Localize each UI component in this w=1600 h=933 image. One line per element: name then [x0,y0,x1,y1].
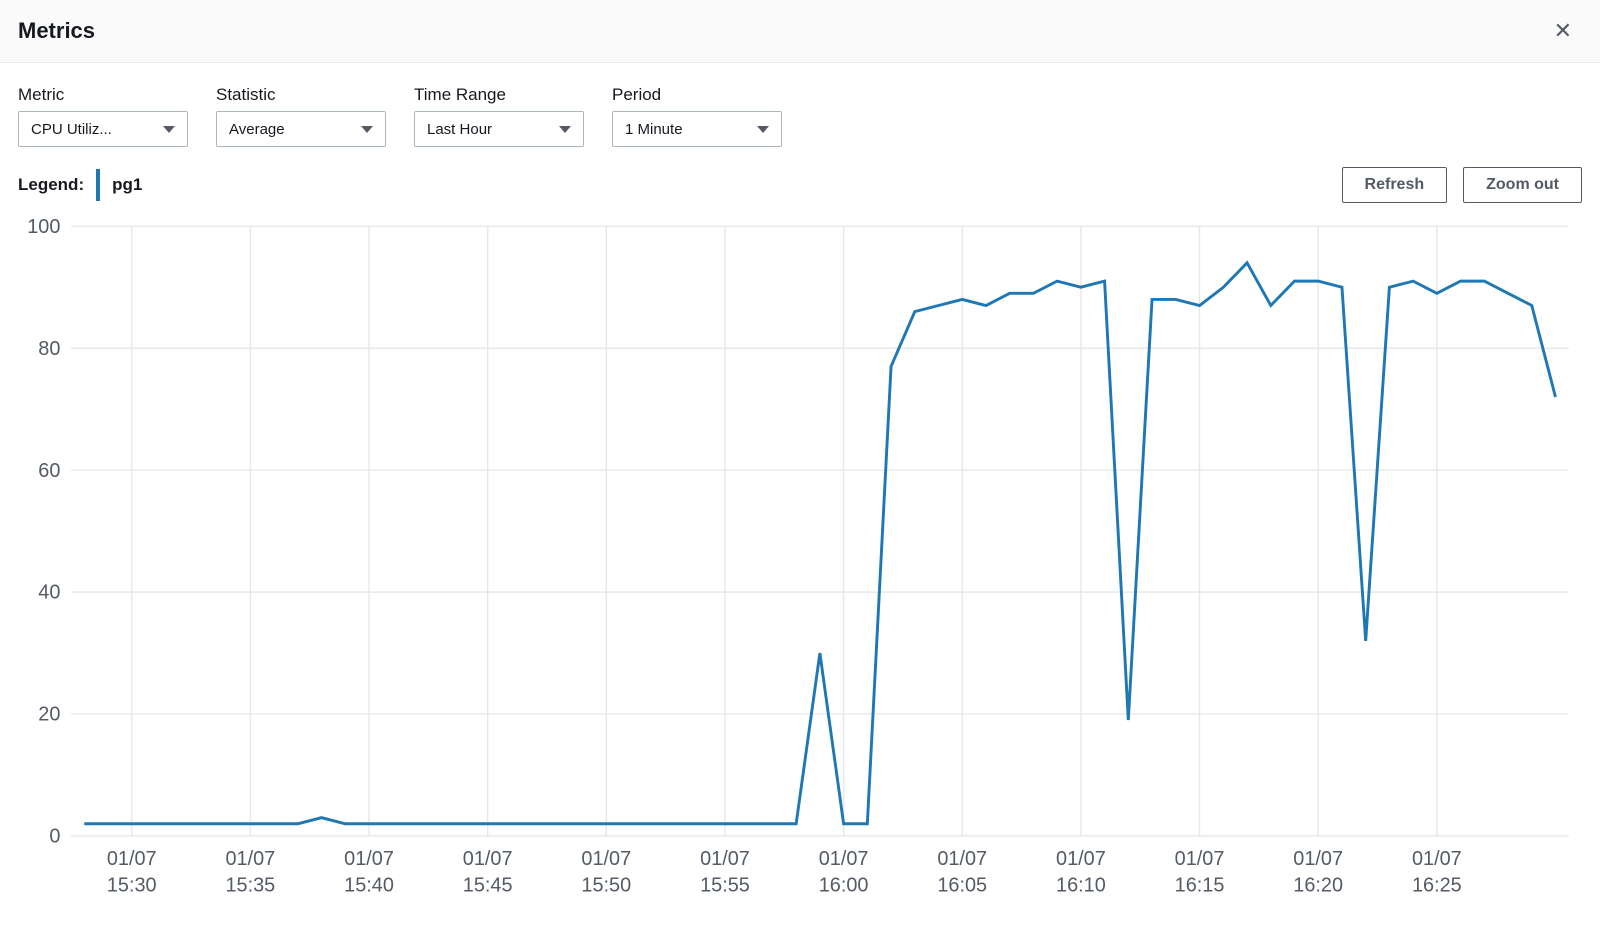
chevron-down-icon [361,126,373,133]
close-button[interactable]: ✕ [1544,14,1582,48]
svg-text:01/07: 01/07 [1293,848,1343,870]
svg-text:80: 80 [38,338,60,360]
svg-text:0: 0 [49,826,60,848]
period-value: 1 Minute [625,121,683,138]
timerange-label: Time Range [414,85,584,105]
timerange-group: Time Range Last Hour [414,85,584,147]
statistic-group: Statistic Average [216,85,386,147]
svg-text:01/07: 01/07 [700,848,750,870]
svg-text:16:05: 16:05 [937,875,987,897]
svg-text:15:50: 15:50 [581,875,631,897]
close-icon: ✕ [1554,18,1572,43]
period-label: Period [612,85,782,105]
page-title: Metrics [18,18,95,44]
timerange-dropdown[interactable]: Last Hour [414,111,584,147]
period-dropdown[interactable]: 1 Minute [612,111,782,147]
header-bar: Metrics ✕ [0,0,1600,63]
metric-label: Metric [18,85,188,105]
svg-text:01/07: 01/07 [1412,848,1462,870]
svg-text:01/07: 01/07 [581,848,631,870]
metric-group: Metric CPU Utiliz... [18,85,188,147]
metric-value: CPU Utiliz... [31,121,112,138]
timerange-value: Last Hour [427,121,492,138]
period-group: Period 1 Minute [612,85,782,147]
metric-dropdown[interactable]: CPU Utiliz... [18,111,188,147]
statistic-dropdown[interactable]: Average [216,111,386,147]
refresh-button[interactable]: Refresh [1342,167,1448,203]
svg-text:16:15: 16:15 [1175,875,1225,897]
svg-text:01/07: 01/07 [344,848,394,870]
svg-text:15:40: 15:40 [344,875,394,897]
svg-text:01/07: 01/07 [226,848,276,870]
chart-container: 0 20 40 60 80 100 01/07 15:30 01/07 15:35 01/07 15:… [0,209,1600,933]
svg-text:15:30: 15:30 [107,875,157,897]
svg-text:01/07: 01/07 [819,848,869,870]
legend-swatch [96,169,100,201]
svg-text:60: 60 [38,460,60,482]
zoom-out-button[interactable]: Zoom out [1463,167,1582,203]
svg-text:20: 20 [38,704,60,726]
svg-text:15:55: 15:55 [700,875,750,897]
svg-text:15:35: 15:35 [226,875,276,897]
svg-text:16:25: 16:25 [1412,875,1462,897]
controls-row: Metric CPU Utiliz... Statistic Average T… [0,63,1600,157]
svg-text:01/07: 01/07 [107,848,157,870]
legend-series-name: pg1 [112,175,142,195]
svg-text:01/07: 01/07 [1175,848,1225,870]
legend-title: Legend: [18,175,84,195]
action-buttons: Refresh Zoom out [1342,167,1582,203]
chevron-down-icon [163,126,175,133]
svg-text:100: 100 [27,216,60,238]
chevron-down-icon [757,126,769,133]
svg-text:15:45: 15:45 [463,875,513,897]
svg-text:01/07: 01/07 [463,848,513,870]
legend: Legend: pg1 [18,169,142,201]
svg-text:16:20: 16:20 [1293,875,1343,897]
svg-text:40: 40 [38,582,60,604]
svg-text:01/07: 01/07 [1056,848,1106,870]
series-pg1 [84,263,1555,824]
svg-text:16:10: 16:10 [1056,875,1106,897]
statistic-value: Average [229,121,285,138]
chevron-down-icon [559,126,571,133]
statistic-label: Statistic [216,85,386,105]
cpu-utilization-chart: 0 20 40 60 80 100 01/07 15:30 01/07 15:35 01/07 15:… [18,213,1582,915]
legend-row: Legend: pg1 Refresh Zoom out [0,157,1600,209]
svg-text:01/07: 01/07 [937,848,987,870]
svg-text:16:00: 16:00 [819,875,869,897]
